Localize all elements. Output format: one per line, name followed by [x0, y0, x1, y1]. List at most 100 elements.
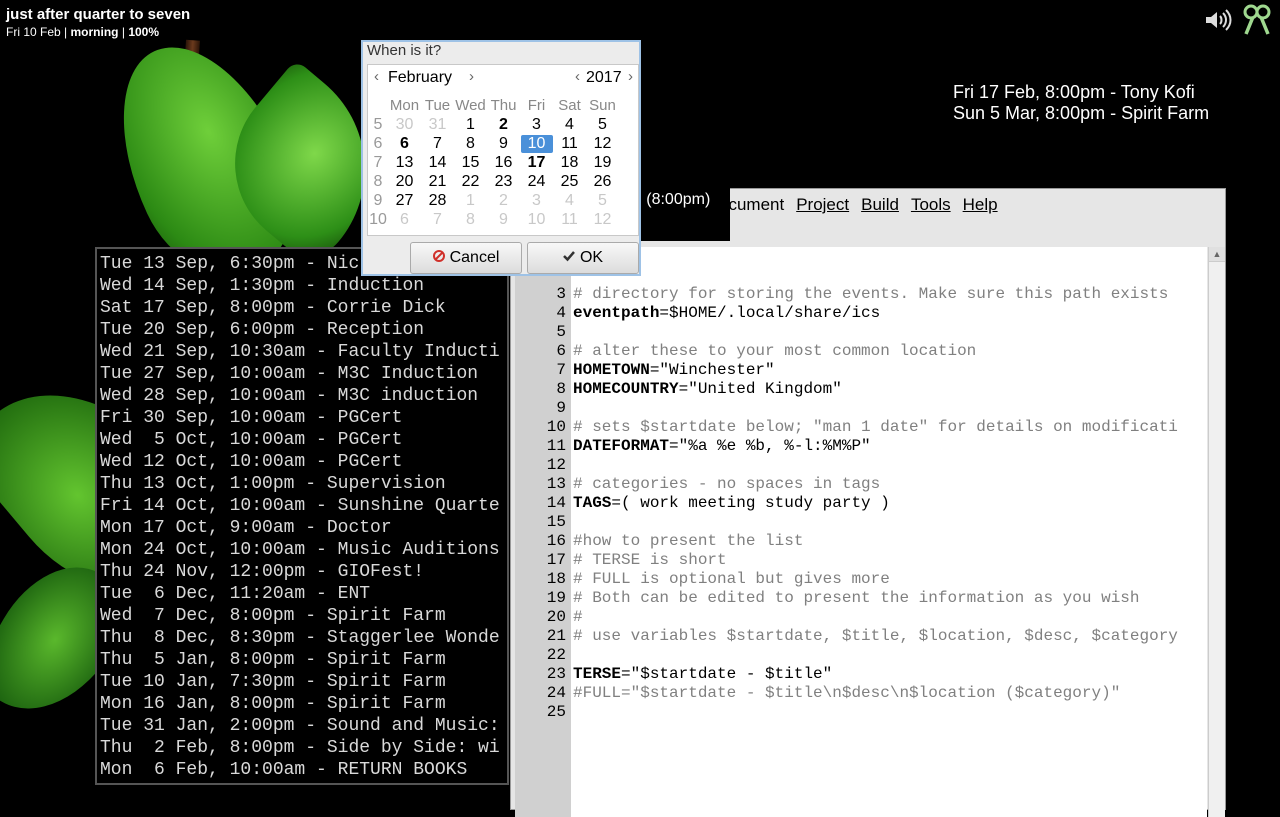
upcoming-event: Sun 5 Mar, 8:00pm - Spirit Farm [953, 103, 1210, 123]
next-month-icon[interactable]: › [469, 68, 474, 85]
menu-project[interactable]: Project [796, 195, 849, 215]
code-value: ="United Kingdom" [678, 380, 842, 398]
code-line: # use variables $startdate, $title, $loc… [573, 627, 1178, 645]
code-value: ="$startdate - $title" [621, 665, 833, 683]
calendar-day[interactable]: 21 [421, 172, 454, 191]
calendar-day[interactable]: 18 [553, 153, 586, 172]
calendar-day[interactable]: 9 [487, 134, 520, 153]
event-line: Wed 14 Sep, 1:30pm - Induction [100, 276, 425, 296]
calendar-day[interactable]: 2 [487, 191, 520, 210]
calendar-day[interactable]: 11 [553, 134, 586, 153]
calendar-day[interactable]: 6 [388, 134, 421, 153]
calendar-day-selected[interactable]: 10 [520, 134, 553, 153]
top-status: just after quarter to seven Fri 10 Feb |… [6, 6, 190, 40]
next-year-icon[interactable]: › [628, 68, 633, 85]
calendar-day[interactable]: 4 [553, 191, 586, 210]
calendar-day[interactable]: 16 [487, 153, 520, 172]
code-editor[interactable]: # directory for storing the events. Make… [571, 247, 1207, 817]
ok-label: OK [579, 249, 604, 266]
line-number: 23 [546, 665, 566, 683]
calendar-day[interactable]: 14 [421, 153, 454, 172]
editor-window[interactable]: ocument Project Build Tools Help 3456789… [510, 188, 1226, 817]
date-picker-dialog[interactable]: When is it? ‹ February › ‹ 2017 › Mon Tue… [361, 40, 641, 276]
code-value: ="Winchester" [649, 361, 775, 379]
calendar-day[interactable]: 23 [487, 172, 520, 191]
line-number: 25 [546, 703, 566, 721]
line-number: 6 [556, 342, 566, 360]
calendar-day[interactable]: 4 [553, 115, 586, 134]
calendar-day[interactable]: 25 [553, 172, 586, 191]
calendar-day[interactable]: 5 [586, 115, 619, 134]
code-line: # directory for storing the events. Make… [573, 285, 1169, 303]
calendar-day[interactable]: 17 [520, 153, 553, 172]
vertical-scrollbar[interactable]: ▲ [1208, 247, 1225, 817]
line-number: 14 [546, 494, 566, 512]
terminal-window[interactable]: Tue 13 Sep, 6:30pm - Nic Wed 14 Sep, 1:30… [95, 247, 509, 785]
event-line: Thu 2 Feb, 8:00pm - Side by Side: wi [100, 738, 500, 758]
calendar-day[interactable]: 3 [520, 115, 553, 134]
status-line: Fri 10 Feb | morning | 100% [6, 24, 190, 40]
menu-build[interactable]: Build [861, 195, 899, 215]
speaker-icon[interactable] [1204, 8, 1232, 32]
cancel-button[interactable]: Cancel [410, 242, 522, 274]
code-key: eventpath [573, 304, 660, 322]
calendar-day[interactable]: 31 [421, 115, 454, 134]
line-number-gutter: 3 4 5 6 7 8 9 10 11 12 13 14 15 16 17 18 19 20 21 22 23 24 25 [515, 247, 571, 817]
calendar-day[interactable]: 24 [520, 172, 553, 191]
calendar-day[interactable]: 28 [421, 191, 454, 210]
month-label: February [388, 69, 453, 86]
ribbon-icon[interactable] [1242, 4, 1272, 36]
line-number: 9 [556, 399, 566, 417]
line-number: 22 [546, 646, 566, 664]
calendar-day[interactable]: 3 [520, 191, 553, 210]
scroll-up-icon[interactable]: ▲ [1209, 247, 1225, 262]
calendar-day[interactable]: 20 [388, 172, 421, 191]
calendar-day[interactable]: 2 [487, 115, 520, 134]
calendar-day[interactable]: 22 [454, 172, 487, 191]
line-number: 20 [546, 608, 566, 626]
calendar-day[interactable]: 10 [520, 210, 553, 229]
event-line: Mon 17 Oct, 9:00am - Doctor [100, 518, 392, 538]
calendar-day[interactable]: 6 [388, 210, 421, 229]
calendar-week-row: 7 13 14 15 16 17 18 19 [368, 153, 619, 172]
calendar-day[interactable]: 12 [586, 210, 619, 229]
line-number: 4 [556, 304, 566, 322]
calendar-day[interactable]: 5 [586, 191, 619, 210]
calendar-nav: ‹ February › ‹ 2017 › [368, 65, 638, 91]
prev-month-icon[interactable]: ‹ [374, 68, 379, 85]
event-line: Wed 5 Oct, 10:00am - PGCert [100, 430, 403, 450]
line-number: 21 [546, 627, 566, 645]
code-line: # Both can be edited to present the info… [573, 589, 1140, 607]
calendar-day[interactable]: 13 [388, 153, 421, 172]
calendar[interactable]: ‹ February › ‹ 2017 › Mon Tue Wed Thu Fri Sat… [367, 64, 639, 236]
calendar-day[interactable]: 8 [454, 210, 487, 229]
calendar-day[interactable]: 30 [388, 115, 421, 134]
code-line: TAGS=( work meeting study party ) [573, 494, 1207, 513]
code-text[interactable]: # directory for storing the events. Make… [571, 247, 1207, 722]
calendar-day[interactable]: 12 [586, 134, 619, 153]
code-line: eventpath=$HOME/.local/share/ics [573, 304, 1207, 323]
event-line: Wed 21 Sep, 10:30am - Faculty Inducti [100, 342, 500, 362]
calendar-day[interactable]: 15 [454, 153, 487, 172]
calendar-day[interactable]: 26 [586, 172, 619, 191]
calendar-day[interactable]: 8 [454, 134, 487, 153]
ok-button[interactable]: OK [527, 242, 639, 274]
menu-help[interactable]: Help [963, 195, 998, 215]
calendar-day[interactable]: 7 [421, 134, 454, 153]
calendar-day[interactable]: 27 [388, 191, 421, 210]
calendar-day[interactable]: 11 [553, 210, 586, 229]
dialog-title: When is it? [367, 42, 442, 59]
calendar-day[interactable]: 1 [454, 191, 487, 210]
code-line: # sets $startdate below; "man 1 date" fo… [573, 418, 1178, 436]
calendar-day[interactable]: 7 [421, 210, 454, 229]
calendar-day[interactable]: 9 [487, 210, 520, 229]
calendar-day[interactable]: 1 [454, 115, 487, 134]
calendar-day[interactable]: 19 [586, 153, 619, 172]
prev-year-icon[interactable]: ‹ [575, 68, 580, 85]
calendar-week-row: 9 27 28 1 2 3 4 5 [368, 191, 619, 210]
code-key: DATEFORMAT [573, 437, 670, 455]
event-line: Fri 30 Sep, 10:00am - PGCert [100, 408, 403, 428]
menu-tools[interactable]: Tools [911, 195, 951, 215]
